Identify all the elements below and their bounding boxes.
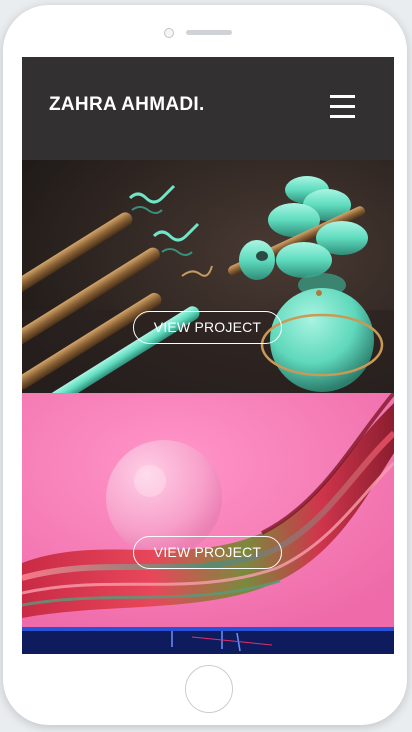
project-1-artwork (22, 160, 394, 393)
view-project-button[interactable]: VIEW PROJECT (133, 311, 282, 344)
project-card-1[interactable]: VIEW PROJECT (22, 160, 394, 393)
project-3-artwork (22, 627, 394, 654)
view-project-button[interactable]: VIEW PROJECT (133, 536, 282, 569)
brand-logo-text[interactable]: ZAHRA AHMADI. (49, 94, 205, 116)
hamburger-menu-icon[interactable] (330, 95, 355, 119)
phone-frame: ZAHRA AHMADI. VIEW PROJECT VIEW PROJECT (3, 5, 407, 725)
front-camera (164, 28, 174, 38)
app-screen: ZAHRA AHMADI. VIEW PROJECT VIEW PROJECT (22, 57, 394, 654)
top-navigation-bar: ZAHRA AHMADI. (22, 57, 394, 160)
project-card-3[interactable] (22, 627, 394, 654)
speaker-grille (186, 30, 232, 35)
project-card-2[interactable]: VIEW PROJECT (22, 393, 394, 627)
project-2-artwork (22, 393, 394, 627)
home-button[interactable] (185, 665, 233, 713)
